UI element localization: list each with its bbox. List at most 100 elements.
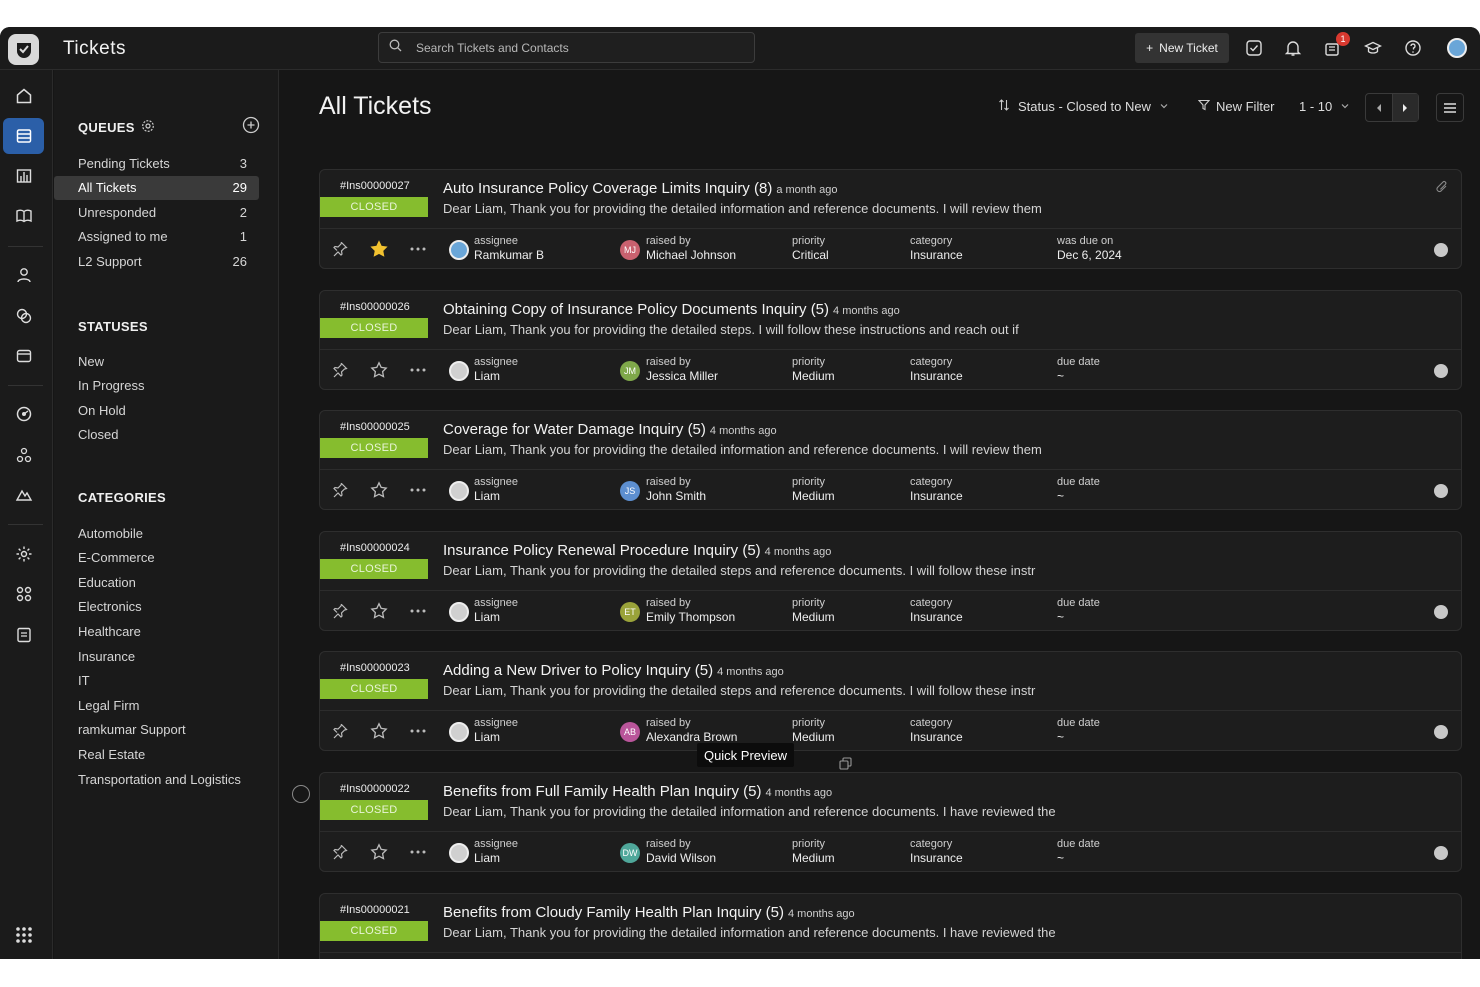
assignee-field[interactable]: assigneeLiam — [474, 596, 518, 625]
ticket-title[interactable]: Adding a New Driver to Policy Inquiry (5… — [443, 662, 784, 679]
ticket-title[interactable]: Benefits from Cloudy Family Health Plan … — [443, 904, 855, 921]
queue-item[interactable]: L2 Support 26 — [54, 249, 259, 273]
add-queue-plus-icon[interactable] — [242, 116, 260, 139]
ticket-title[interactable]: Benefits from Full Family Health Plan In… — [443, 783, 832, 800]
pin-icon[interactable] — [330, 239, 350, 259]
tasks-check-icon[interactable] — [1244, 38, 1264, 58]
status-item[interactable]: Closed — [54, 423, 259, 447]
ticket-card[interactable]: #Ins00000026 CLOSED Obtaining Copy of Insu… — [319, 289, 1462, 390]
home-icon[interactable] — [3, 78, 44, 114]
settings-gear-icon[interactable] — [3, 536, 44, 572]
ticket-card[interactable]: #Ins00000024 CLOSED Insurance Policy Renew… — [319, 530, 1462, 631]
ticket-select-checkbox[interactable] — [292, 785, 310, 803]
search-input[interactable] — [416, 40, 716, 55]
category-field[interactable]: categoryInsurance — [910, 234, 963, 263]
user-avatar[interactable] — [1447, 38, 1467, 58]
more-options-icon[interactable] — [408, 601, 428, 621]
category-item[interactable]: Transportation and Logistics — [54, 767, 259, 791]
category-item[interactable]: Healthcare — [54, 619, 259, 643]
prev-page-icon[interactable] — [1366, 94, 1392, 121]
page-size-dropdown[interactable]: 1 - 10 — [1299, 99, 1350, 114]
apps-command-icon[interactable] — [3, 576, 44, 612]
assignee-field[interactable]: assigneeLiam — [474, 837, 518, 866]
queue-item[interactable]: All Tickets 29 — [54, 175, 259, 200]
category-item[interactable]: Electronics — [54, 595, 259, 619]
category-item[interactable]: Education — [54, 570, 259, 594]
due-date-field[interactable]: due date~ — [1057, 837, 1100, 866]
category-item[interactable]: ramkumar Support — [54, 718, 259, 742]
category-item[interactable]: IT — [54, 669, 259, 693]
due-date-field[interactable]: due date~ — [1057, 355, 1100, 384]
help-icon[interactable] — [1403, 38, 1423, 58]
star-icon[interactable] — [369, 601, 389, 621]
category-item[interactable]: Real Estate — [54, 742, 259, 766]
gear-icon[interactable] — [141, 119, 155, 136]
due-date-field[interactable]: was due on Dec 6, 2024 — [1057, 234, 1122, 263]
star-icon[interactable] — [369, 842, 389, 862]
app-logo-icon[interactable] — [8, 34, 39, 65]
category-item[interactable]: Automobile — [54, 521, 259, 545]
category-field[interactable]: categoryInsurance — [910, 475, 963, 504]
category-item[interactable]: Insurance — [54, 644, 259, 668]
due-date-field[interactable]: due date~ — [1057, 475, 1100, 504]
new-filter-button[interactable]: New Filter — [1197, 99, 1275, 114]
assignee-field[interactable]: assigneeLiam — [474, 958, 518, 960]
ticket-title[interactable]: Obtaining Copy of Insurance Policy Docum… — [443, 301, 900, 318]
star-filled-icon[interactable] — [369, 239, 389, 259]
academy-cap-icon[interactable] — [1363, 38, 1383, 58]
browser-window-icon[interactable] — [3, 338, 44, 374]
more-options-icon[interactable] — [408, 360, 428, 380]
next-page-icon[interactable] — [1391, 94, 1418, 121]
status-item[interactable]: On Hold — [54, 398, 259, 422]
priority-field[interactable]: priorityMedium — [792, 958, 835, 960]
status-item[interactable]: New — [54, 349, 259, 373]
search-box[interactable] — [378, 32, 755, 63]
category-field[interactable]: categoryInsurance — [910, 716, 963, 745]
pin-icon[interactable] — [330, 601, 350, 621]
priority-field[interactable]: priorityMedium — [792, 596, 835, 625]
category-field[interactable]: categoryInsurance — [910, 596, 963, 625]
knowledge-book-icon[interactable] — [3, 198, 44, 234]
hamburger-menu-icon[interactable] — [1436, 93, 1464, 122]
category-field[interactable]: categoryInsurance — [910, 958, 963, 960]
ticket-card[interactable]: #Ins00000025 CLOSED Coverage for Water Dam… — [319, 410, 1462, 511]
star-icon[interactable] — [369, 721, 389, 741]
more-options-icon[interactable] — [408, 480, 428, 500]
priority-field[interactable]: priority Critical — [792, 234, 829, 263]
ticket-card[interactable]: #Ins00000022 CLOSED Benefits from Full Fam… — [319, 772, 1462, 872]
mountain-icon[interactable] — [3, 477, 44, 513]
priority-field[interactable]: priorityMedium — [792, 475, 835, 504]
contacts-person-icon[interactable] — [3, 257, 44, 293]
ticket-card[interactable]: #Ins00000027 CLOSED Auto Insurance Policy … — [319, 169, 1462, 269]
sort-dropdown[interactable]: Status - Closed to New — [998, 99, 1169, 114]
pin-icon[interactable] — [330, 360, 350, 380]
ticket-card[interactable]: #Ins00000023 CLOSED Adding a New Driver to… — [319, 651, 1462, 752]
priority-field[interactable]: priorityMedium — [792, 355, 835, 384]
pin-icon[interactable] — [330, 480, 350, 500]
pin-icon[interactable] — [330, 721, 350, 741]
assignee-field[interactable]: assigneeLiam — [474, 355, 518, 384]
queue-item[interactable]: Pending Tickets 3 — [54, 151, 259, 175]
more-options-icon[interactable] — [408, 239, 428, 259]
more-options-icon[interactable] — [408, 721, 428, 741]
category-field[interactable]: categoryInsurance — [910, 355, 963, 384]
pin-icon[interactable] — [330, 842, 350, 862]
category-field[interactable]: categoryInsurance — [910, 837, 963, 866]
category-item[interactable]: Legal Firm — [54, 693, 259, 717]
assignee-field[interactable]: assignee Ramkumar B — [474, 234, 544, 263]
notes-list-icon[interactable] — [3, 617, 44, 653]
star-icon[interactable] — [369, 480, 389, 500]
status-item[interactable]: In Progress — [54, 374, 259, 398]
copy-icon[interactable] — [839, 757, 852, 775]
ticket-title[interactable]: Coverage for Water Damage Inquiry (5) 4 m… — [443, 421, 777, 438]
sla-gauge-icon[interactable] — [3, 396, 44, 432]
queue-item[interactable]: Assigned to me 1 — [54, 225, 259, 249]
due-date-field[interactable]: due date~ — [1057, 596, 1100, 625]
ticket-card[interactable]: #Ins00000021 CLOSED Benefits from Cloudy F… — [319, 892, 1462, 960]
due-date-field[interactable]: due date~ — [1057, 958, 1100, 960]
assignee-field[interactable]: assigneeLiam — [474, 716, 518, 745]
priority-field[interactable]: priorityMedium — [792, 716, 835, 745]
queue-item[interactable]: Unresponded 2 — [54, 200, 259, 224]
reports-chart-icon[interactable] — [3, 158, 44, 194]
assignee-field[interactable]: assigneeLiam — [474, 475, 518, 504]
